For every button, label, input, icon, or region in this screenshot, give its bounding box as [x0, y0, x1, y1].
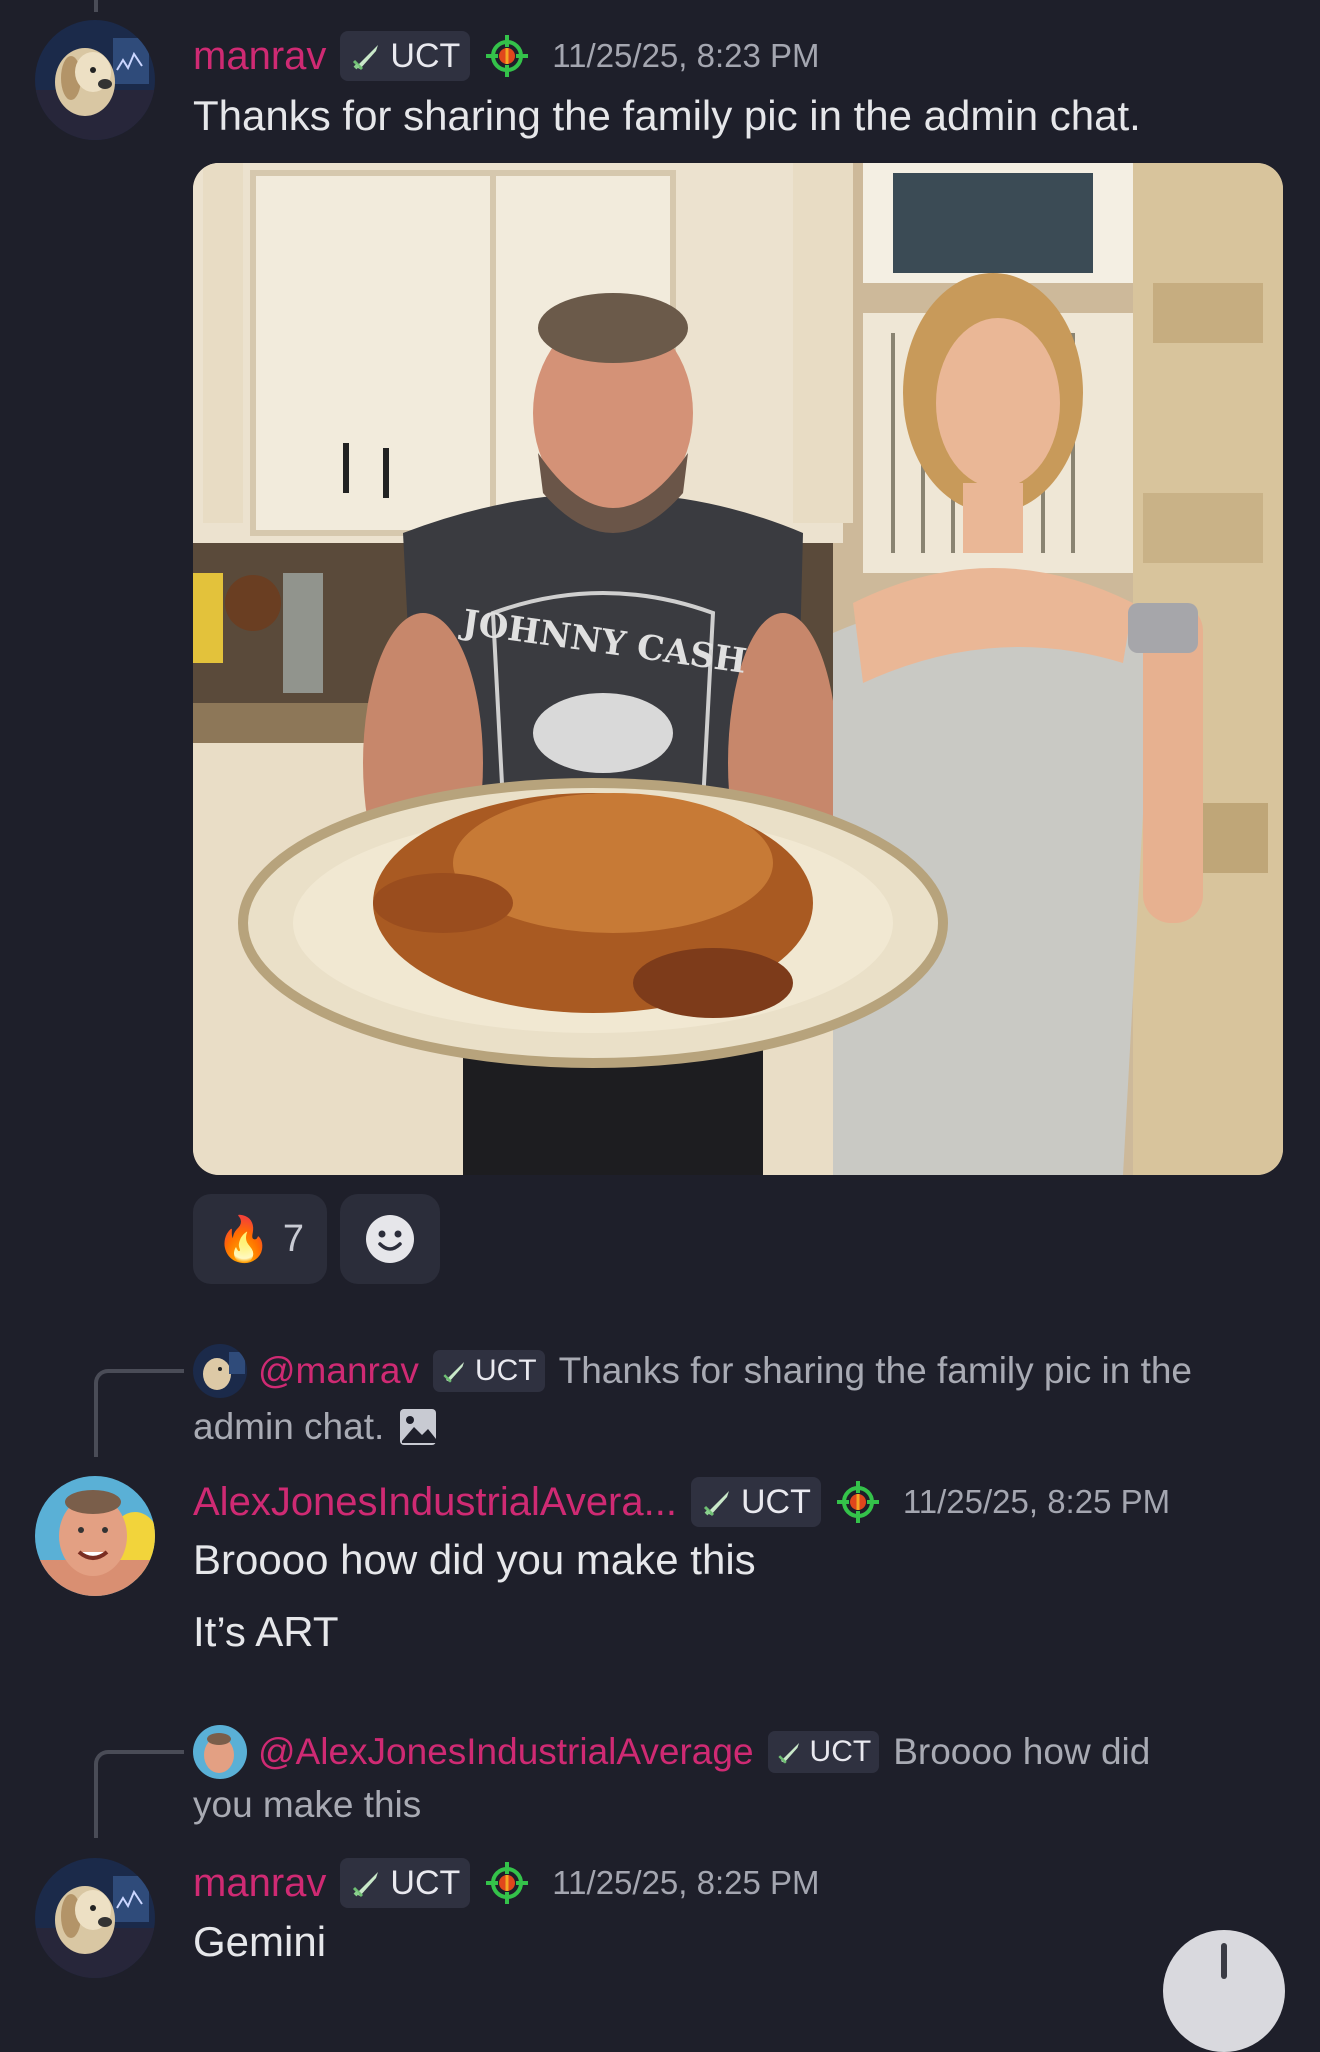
- previous-reply-line: [94, 0, 98, 12]
- sword-icon: [443, 1361, 464, 1383]
- reply-preview[interactable]: @AlexJonesIndustrialAverage UCT Broooo h…: [258, 1725, 1150, 1779]
- message-text-line1: Broooo how did you make this: [193, 1536, 756, 1583]
- sword-icon: [353, 1872, 379, 1898]
- username[interactable]: AlexJonesIndustrialAvera...: [193, 1480, 677, 1525]
- sword-icon: [777, 1742, 799, 1764]
- avatar-alexjones[interactable]: [35, 1476, 155, 1596]
- message-text-line2: It’s ART: [193, 1608, 339, 1655]
- message-header: AlexJonesIndustrialAvera... UCT 11/25/25…: [193, 1474, 1170, 1530]
- message-text: Thanks for sharing the family pic in the…: [193, 92, 1141, 139]
- reply-text-line2: admin chat.: [193, 1406, 385, 1447]
- message-header: manrav UCT 11/25/25, 8:23 PM: [193, 30, 820, 82]
- tag-label: UCT: [390, 36, 461, 75]
- reply-avatar: [193, 1344, 247, 1398]
- reaction-count: 7: [282, 1217, 304, 1260]
- message-header: manrav UCT 11/25/25, 8:25 PM: [193, 1855, 820, 1911]
- avatar-manrav[interactable]: [35, 20, 155, 140]
- reply-server-tag: UCT: [432, 1350, 545, 1392]
- sword-icon: [703, 1491, 729, 1517]
- reply-tag-label: UCT: [474, 1354, 537, 1387]
- add-reaction-button[interactable]: [340, 1194, 440, 1284]
- timestamp: 11/25/25, 8:25 PM: [902, 1483, 1171, 1520]
- reply-server-tag: UCT: [767, 1731, 880, 1773]
- add-reaction-icon: [366, 1215, 414, 1263]
- message-text: Gemini: [193, 1918, 327, 1965]
- scroll-down-button[interactable]: [1163, 1930, 1285, 2052]
- crosshair-icon: [484, 33, 530, 79]
- fire-emoji: 🔥: [216, 1215, 271, 1264]
- server-tag[interactable]: UCT: [690, 1477, 821, 1527]
- reply-connector: [94, 1369, 184, 1457]
- crosshair-icon: [484, 1860, 530, 1906]
- reaction-fire[interactable]: 🔥 7: [193, 1194, 327, 1284]
- reply-preview-line2: admin chat.: [193, 1402, 438, 1452]
- server-tag[interactable]: UCT: [340, 1858, 471, 1908]
- username[interactable]: manrav: [193, 34, 326, 79]
- reply-text-line1: Thanks for sharing the family pic in the: [558, 1350, 1193, 1391]
- reply-preview[interactable]: @manrav UCT Thanks for sharing the famil…: [258, 1344, 1192, 1398]
- attached-image[interactable]: JOHNNY CASH: [193, 163, 1283, 1175]
- username[interactable]: manrav: [193, 1861, 326, 1906]
- reply-text-line1: Broooo how did: [893, 1731, 1151, 1772]
- reply-mention[interactable]: @manrav: [258, 1350, 419, 1392]
- tag-label: UCT: [740, 1482, 811, 1521]
- server-tag[interactable]: UCT: [340, 31, 471, 81]
- reply-text-line2: you make this: [193, 1784, 422, 1825]
- reply-avatar: [193, 1725, 247, 1779]
- sword-icon: [353, 45, 379, 71]
- image-attachment-icon: [400, 1409, 437, 1445]
- crosshair-icon: [835, 1479, 881, 1525]
- avatar-manrav[interactable]: [35, 1858, 155, 1978]
- reply-connector: [94, 1750, 184, 1838]
- timestamp: 11/25/25, 8:25 PM: [552, 1864, 820, 1901]
- scroll-down-icon: [1221, 1943, 1227, 1979]
- reply-tag-label: UCT: [809, 1735, 872, 1768]
- timestamp: 11/25/25, 8:23 PM: [552, 37, 820, 74]
- reply-mention[interactable]: @AlexJonesIndustrialAverage: [258, 1731, 754, 1773]
- tag-label: UCT: [390, 1863, 461, 1902]
